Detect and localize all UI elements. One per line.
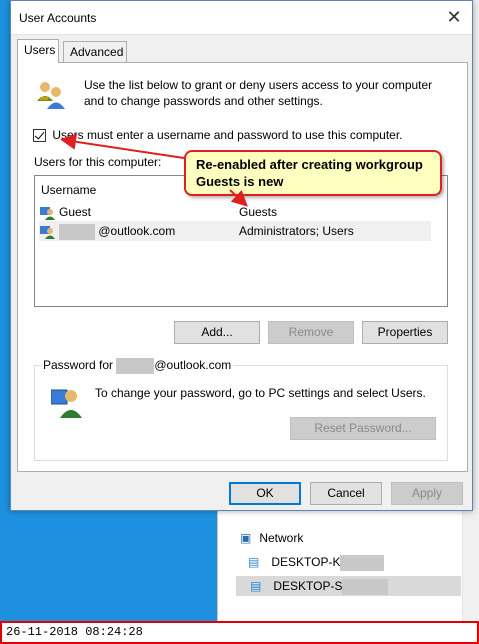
explorer-computer-item-2[interactable]: ▤ DESKTOP-S [236,576,461,596]
require-login-checkbox[interactable] [33,129,46,143]
network-icon: ▣ [240,531,252,545]
explorer-network-item[interactable]: ▣ Network [240,528,303,548]
timestamp-bar: 26-11-2018 08:24:28 [0,621,479,644]
user-group: Guests [239,205,278,219]
require-login-row[interactable]: Users must enter a username and password… [33,127,403,143]
users-panel: Use the list below to grant or deny user… [17,62,468,472]
user-password-icon [50,384,83,421]
redacted-block [116,358,155,374]
user-name: Guest [59,205,92,219]
tab-advanced[interactable]: Advanced [63,41,127,63]
window-title: User Accounts [19,11,97,25]
password-group: Password for @outlook.com To change your… [34,358,448,461]
reset-password-button[interactable]: Reset Password... [290,417,436,440]
tab-users[interactable]: Users [17,39,59,63]
users-icon [34,79,68,116]
explorer-computer-item-1[interactable]: ▤ DESKTOP-K [248,552,385,572]
ok-button[interactable]: OK [229,482,301,505]
cancel-button[interactable]: Cancel [310,482,382,505]
close-icon[interactable]: ✕ [444,7,464,27]
apply-button[interactable]: Apply [391,482,463,505]
add-button[interactable]: Add... [174,321,260,344]
user-accounts-dialog: User Accounts ✕ Users Advanced Use the l… [10,0,473,511]
user-group: Administrators; Users [239,224,354,238]
computer-icon: ▤ [248,555,260,569]
user-name: @outlook.com [59,221,175,241]
list-item[interactable]: Guest Guests [39,202,431,222]
password-help-text: To change your password, go to PC settin… [95,386,426,400]
remove-button[interactable]: Remove [268,321,354,344]
require-login-label: Users must enter a username and password… [52,128,403,142]
users-list-label: Users for this computer: [34,155,162,169]
column-username[interactable]: Username [41,183,96,197]
password-legend: Password for @outlook.com [41,358,234,374]
computer-icon: ▤ [250,579,262,593]
redacted-block [340,554,385,571]
properties-button[interactable]: Properties [362,321,448,344]
annotation-callout: Re-enabled after creating workgroup Gues… [184,150,442,196]
title-bar: User Accounts ✕ [11,1,472,35]
redacted-block [342,578,389,595]
user-icon [39,223,55,245]
intro-text: Use the list below to grant or deny user… [84,78,433,108]
redacted-block [59,223,95,240]
list-item[interactable]: @outlook.com Administrators; Users [39,221,431,241]
